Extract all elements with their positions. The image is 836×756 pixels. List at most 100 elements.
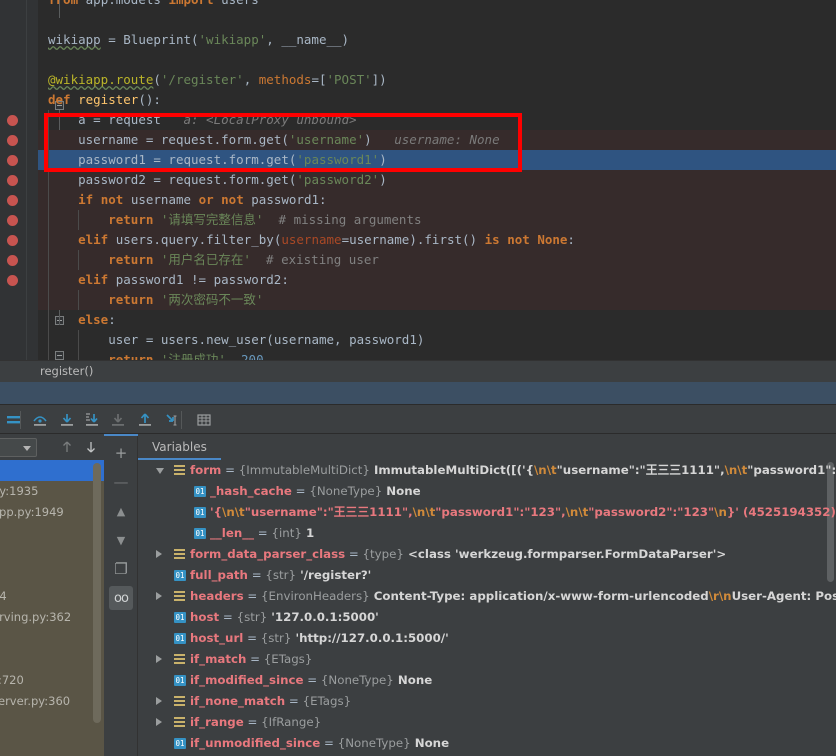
code-line[interactable]: a = request a: <LocalProxy unbound> xyxy=(38,110,836,130)
show-execution-point-icon[interactable] xyxy=(2,409,26,431)
variable-row[interactable]: 01 host_url = {str} 'http://127.0.0.1:500… xyxy=(138,628,836,649)
frame-label: app.py:1949 xyxy=(0,505,64,519)
watches-in-variables-icon[interactable]: oo xyxy=(109,586,133,610)
frames-header xyxy=(0,434,104,460)
variable-row[interactable]: headers = {EnvironHeaders} Content-Type:… xyxy=(138,586,836,607)
code-line[interactable]: return '两次密码不一致' xyxy=(38,290,836,310)
frame-row[interactable] xyxy=(0,649,104,670)
editor-gutter[interactable] xyxy=(0,0,27,360)
breakpoint-icon[interactable] xyxy=(7,155,18,166)
copy-value-icon[interactable]: ❐ xyxy=(109,557,133,581)
frame-row[interactable]: 6 xyxy=(0,523,104,544)
frame-row[interactable]: y:720 xyxy=(0,670,104,691)
chevron-right-icon[interactable] xyxy=(156,655,162,663)
frames-up-button[interactable] xyxy=(59,439,75,455)
thread-selector[interactable] xyxy=(0,438,37,457)
frame-label: erving.py:362 xyxy=(0,610,72,624)
variables-panel: Variables form = {ImmutableMultiDict} Im… xyxy=(138,434,836,756)
frames-scrollbar[interactable] xyxy=(93,463,101,723)
move-up-icon[interactable]: ▲ xyxy=(109,499,133,523)
frame-row[interactable] xyxy=(0,628,104,649)
fold-column[interactable] xyxy=(27,0,64,360)
breakpoint-icon[interactable] xyxy=(7,235,18,246)
debugger-toolbar[interactable] xyxy=(0,404,836,434)
variable-text: if_none_match = {ETags} xyxy=(190,694,352,708)
code-line[interactable]: return '用户名已存在' # existing user xyxy=(38,250,836,270)
breakpoint-icon[interactable] xyxy=(7,255,18,266)
frames-down-button[interactable] xyxy=(83,439,99,455)
code-line[interactable]: elif password1 != password2: xyxy=(38,270,836,290)
variables-side-toolbar[interactable]: + — ▲ ▼ ❐ oo xyxy=(104,434,138,756)
code-line[interactable] xyxy=(38,50,836,70)
breadcrumb: register() xyxy=(0,360,836,382)
code-line[interactable]: user = users.new_user(username, password… xyxy=(38,330,836,350)
code-line[interactable]: password2 = request.form.get('password2'… xyxy=(38,170,836,190)
code-line[interactable]: def register(): xyxy=(38,90,836,110)
frame-row[interactable] xyxy=(0,460,104,481)
variable-row[interactable]: 01 if_unmodified_since = {NoneType} None xyxy=(138,733,836,754)
variable-row[interactable]: 01 _hash_cache = {NoneType} None xyxy=(138,481,836,502)
chevron-right-icon[interactable] xyxy=(156,718,162,726)
code-line[interactable]: return '注册成功', 200 xyxy=(38,350,836,360)
code-line[interactable]: @wikiapp.route('/register', methods=['PO… xyxy=(38,70,836,90)
frame-row[interactable] xyxy=(0,544,104,565)
frame-row[interactable]: erving.py:362 xyxy=(0,607,104,628)
add-watch-icon[interactable]: + xyxy=(109,441,133,465)
frame-row[interactable]: py:1935 xyxy=(0,481,104,502)
chevron-right-icon[interactable] xyxy=(156,697,162,705)
variable-row[interactable]: 01 host = {str} '127.0.0.1:5000' xyxy=(138,607,836,628)
step-into-icon[interactable] xyxy=(55,409,79,431)
breakpoint-icon[interactable] xyxy=(7,215,18,226)
breakpoint-icon[interactable] xyxy=(7,115,18,126)
breakpoint-icon[interactable] xyxy=(7,275,18,286)
code-line[interactable]: else: xyxy=(38,310,836,330)
breakpoint-icon[interactable] xyxy=(7,135,18,146)
code-line[interactable]: if not username or not password1: xyxy=(38,190,836,210)
code-editor[interactable]: from app.models import users wikiapp = Bl… xyxy=(0,0,836,360)
breakpoint-icon[interactable] xyxy=(7,175,18,186)
frames-list[interactable]: py:1935 app.py:1949 6 2 04 erving.py:362 y:720… xyxy=(0,460,104,756)
primitive-value-icon: 01 xyxy=(174,612,186,623)
move-down-icon[interactable]: ▼ xyxy=(109,528,133,552)
frame-row[interactable]: 04 xyxy=(0,586,104,607)
variable-row[interactable]: 01 full_path = {str} '/register?' xyxy=(138,565,836,586)
force-step-into-icon[interactable] xyxy=(80,409,104,431)
variable-text: _hash_cache = {NoneType} None xyxy=(210,484,421,498)
variable-row[interactable]: form = {ImmutableMultiDict} ImmutableMul… xyxy=(138,460,836,481)
variable-row[interactable]: if_range = {IfRange} xyxy=(138,712,836,733)
variable-row[interactable]: 01 __len__ = {int} 1 xyxy=(138,523,836,544)
breakpoint-icon[interactable] xyxy=(7,195,18,206)
evaluate-expression-icon[interactable] xyxy=(192,409,216,431)
frame-row[interactable]: 2 xyxy=(0,565,104,586)
variable-row[interactable]: 01 '{\n\t"username":"王三三1111",\n\t"passwo… xyxy=(138,502,836,523)
step-out-icon[interactable] xyxy=(106,409,130,431)
frame-row[interactable]: server.py:360 xyxy=(0,691,104,712)
variable-row[interactable]: if_match = {ETags} xyxy=(138,649,836,670)
frame-row[interactable]: app.py:1949 xyxy=(0,502,104,523)
code-line[interactable]: from app.models import users xyxy=(38,0,836,10)
frame-label: y:720 xyxy=(0,673,24,687)
toolbar-separator xyxy=(181,411,182,429)
variables-tree[interactable]: form = {ImmutableMultiDict} ImmutableMul… xyxy=(138,460,836,756)
chevron-right-icon[interactable] xyxy=(156,550,162,558)
code-line[interactable]: elif users.query.filter_by(username=user… xyxy=(38,230,836,250)
variable-row[interactable]: form_data_parser_class = {type} <class '… xyxy=(138,544,836,565)
code-line[interactable]: password1 = request.form.get('password1'… xyxy=(38,150,836,170)
variable-text: form = {ImmutableMultiDict} ImmutableMul… xyxy=(190,463,836,477)
variables-tabbar[interactable]: Variables xyxy=(138,434,836,460)
code-line[interactable]: username = request.form.get('username') … xyxy=(38,130,836,150)
step-out-up-icon[interactable] xyxy=(133,409,157,431)
code-line[interactable]: return '请填写完整信息' # missing arguments xyxy=(38,210,836,230)
step-over-icon[interactable] xyxy=(28,409,52,431)
code-content[interactable]: from app.models import users wikiapp = Bl… xyxy=(38,0,836,360)
code-line[interactable]: wikiapp = Blueprint('wikiapp', __name__) xyxy=(38,30,836,50)
variable-row[interactable]: 01 if_modified_since = {NoneType} None xyxy=(138,670,836,691)
variable-row[interactable]: if_none_match = {ETags} xyxy=(138,691,836,712)
chevron-right-icon[interactable] xyxy=(156,592,162,600)
tab-variables[interactable]: Variables xyxy=(138,434,221,460)
remove-watch-icon[interactable]: — xyxy=(109,470,133,494)
frames-panel[interactable]: py:1935 app.py:1949 6 2 04 erving.py:362 y:720… xyxy=(0,434,104,756)
chevron-down-icon[interactable] xyxy=(156,468,164,474)
code-line[interactable] xyxy=(38,10,836,30)
variable-text: __len__ = {int} 1 xyxy=(210,526,315,540)
